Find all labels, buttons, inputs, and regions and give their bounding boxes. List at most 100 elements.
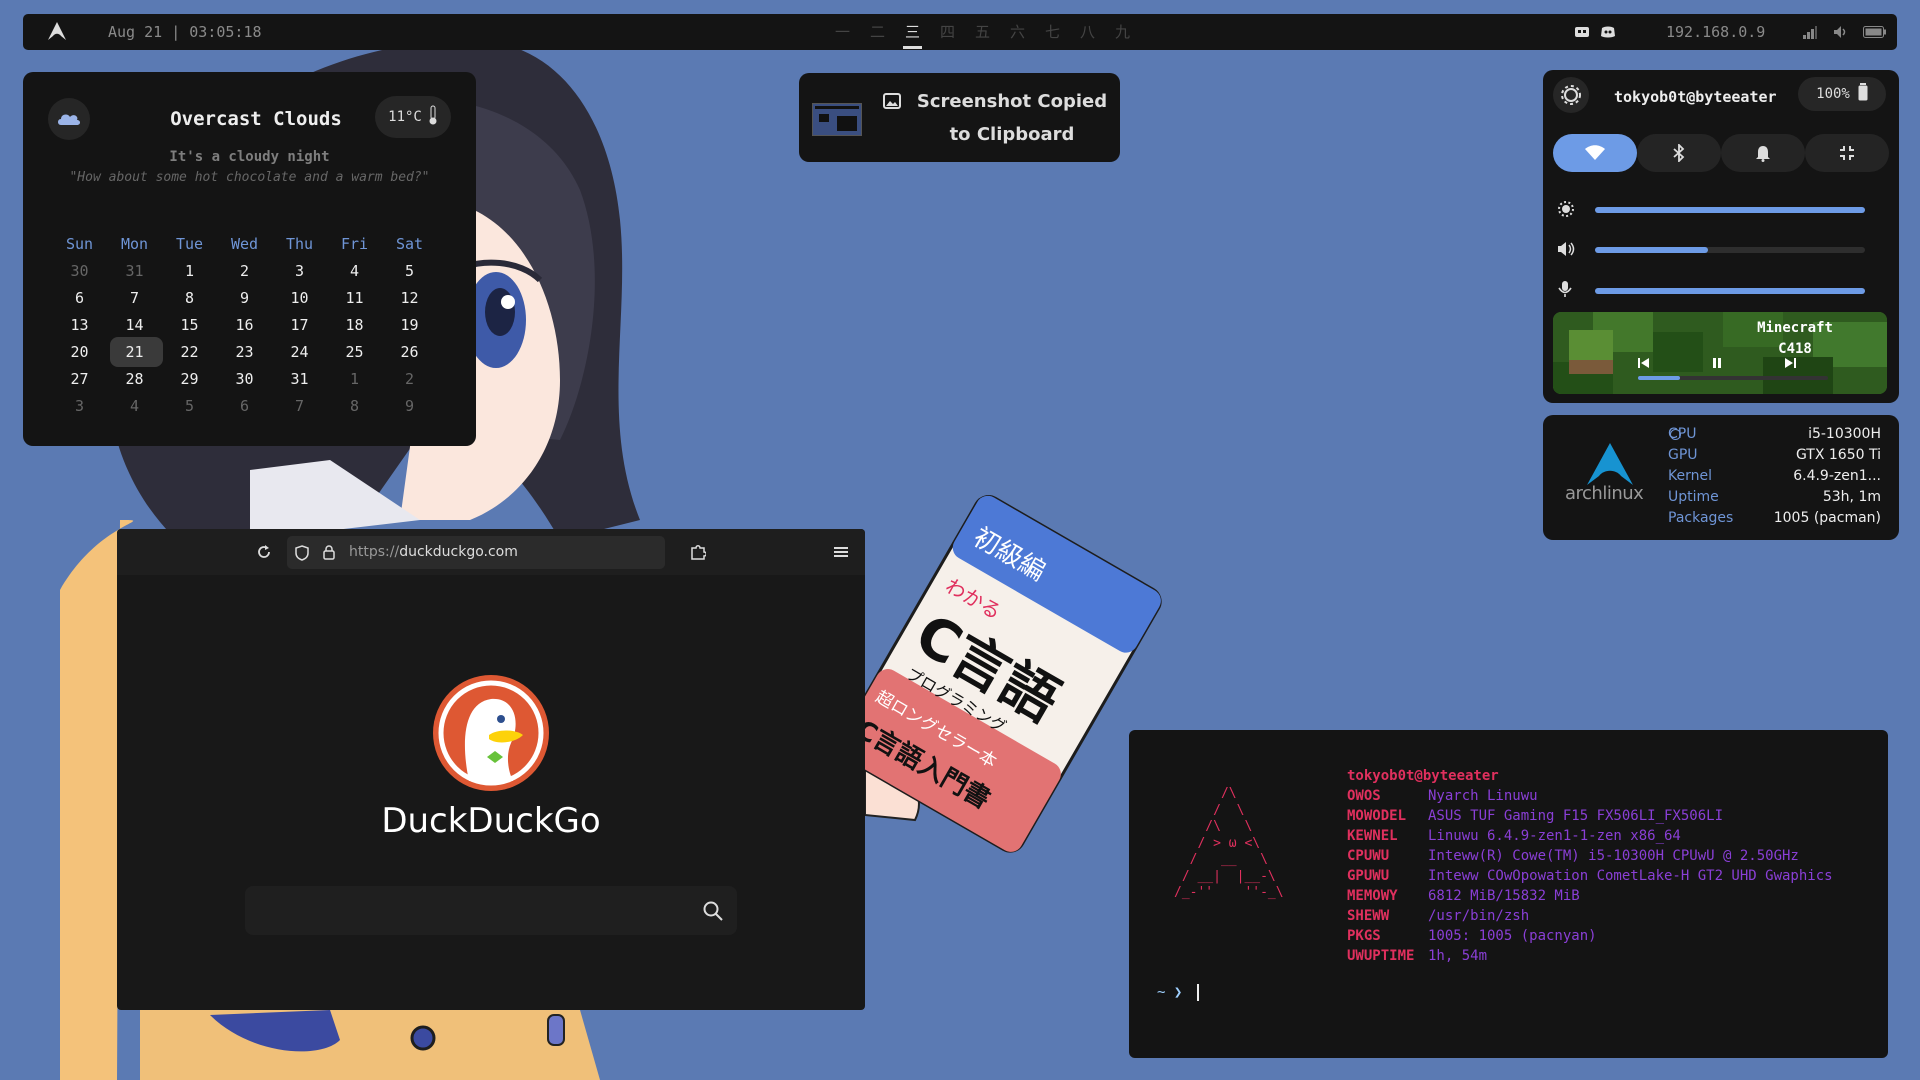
url-bar[interactable]: https://duckduckgo.com <box>287 536 665 569</box>
terminal-info-row: CPUWU Inteww(R) Cowe(TM) i5-10300H CPUwU … <box>1347 846 1833 866</box>
discord-icon[interactable] <box>1600 24 1616 43</box>
browser-toolbar: https://duckduckgo.com <box>117 529 865 575</box>
calendar-day[interactable]: 23 <box>217 343 272 361</box>
terminal-prompt[interactable]: ~ ❯ <box>1157 984 1199 1001</box>
calendar-day[interactable]: 31 <box>107 262 162 280</box>
calendar-day[interactable]: 1 <box>162 262 217 280</box>
previous-track-icon[interactable] <box>1638 354 1650 373</box>
calendar-day[interactable]: 5 <box>382 262 437 280</box>
calendar-day[interactable]: 24 <box>272 343 327 361</box>
calendar-day[interactable]: 1 <box>327 370 382 388</box>
workspace-2[interactable]: 二 <box>868 21 887 42</box>
calendar-day[interactable]: 12 <box>382 289 437 307</box>
workspace-1[interactable]: 一 <box>833 21 852 42</box>
tray-app-icon[interactable] <box>1574 24 1590 43</box>
calendar-day[interactable]: 8 <box>327 397 382 415</box>
lock-icon <box>323 545 335 564</box>
calendar-day[interactable]: 6 <box>217 397 272 415</box>
url-text: https://duckduckgo.com <box>349 544 518 560</box>
bluetooth-toggle[interactable] <box>1637 134 1721 172</box>
wifi-toggle[interactable] <box>1553 134 1637 172</box>
notifications-toggle[interactable] <box>1721 134 1805 172</box>
extensions-icon[interactable] <box>690 543 707 565</box>
next-track-icon[interactable] <box>1784 354 1796 373</box>
calendar-day[interactable]: 10 <box>272 289 327 307</box>
workspace-5[interactable]: 五 <box>973 21 992 42</box>
calendar-day[interactable]: 17 <box>272 316 327 334</box>
calendar-day[interactable]: 11 <box>327 289 382 307</box>
calendar-day[interactable]: 18 <box>327 316 382 334</box>
calendar-day[interactable]: 5 <box>162 397 217 415</box>
calendar-day[interactable]: 28 <box>107 370 162 388</box>
calendar-day[interactable]: 29 <box>162 370 217 388</box>
top-bar: Aug 21 | 03:05:18 一 二 三 四 五 六 七 八 九 192.… <box>23 14 1897 50</box>
bluetooth-icon <box>1673 144 1685 162</box>
minimize-icon <box>1840 146 1854 160</box>
calendar-day[interactable]: 16 <box>217 316 272 334</box>
arch-logo-icon[interactable] <box>47 21 67 45</box>
calendar-day[interactable]: 4 <box>327 262 382 280</box>
sysinfo-row-gpu: GPU GTX 1650 Ti <box>1668 447 1881 463</box>
calendar-day-name: Fri <box>340 234 369 253</box>
calendar-day[interactable]: 9 <box>382 397 437 415</box>
calendar-day[interactable]: 26 <box>382 343 437 361</box>
microphone-slider[interactable] <box>1595 288 1865 294</box>
calendar-day[interactable]: 3 <box>52 397 107 415</box>
signal-icon[interactable] <box>1803 24 1817 43</box>
calendar-day[interactable]: 25 <box>327 343 382 361</box>
calendar-day[interactable]: 2 <box>217 262 272 280</box>
calendar-day[interactable]: 9 <box>217 289 272 307</box>
terminal-info-row: SHEWW/usr/bin/zsh <box>1347 906 1833 926</box>
calendar-day[interactable]: 30 <box>217 370 272 388</box>
terminal-window[interactable]: /\ / \ /\ \ / > ω <\ / __ \ / __| |__-\ … <box>1129 730 1888 1058</box>
calendar-day[interactable]: 4 <box>107 397 162 415</box>
calendar-day[interactable]: 21 <box>107 336 163 367</box>
calendar-day[interactable]: 19 <box>382 316 437 334</box>
calendar-day-name: Tue <box>175 234 204 253</box>
screenshot-notification[interactable]: Screenshot Copied to Clipboard <box>799 73 1120 162</box>
calendar-day[interactable]: 15 <box>162 316 217 334</box>
pause-icon[interactable] <box>1711 354 1723 373</box>
workspace-8[interactable]: 八 <box>1078 21 1097 42</box>
battery-icon[interactable] <box>1863 24 1887 43</box>
calendar-day[interactable]: 31 <box>272 370 327 388</box>
calendar-day[interactable]: 7 <box>107 289 162 307</box>
weather-subtitle: It's a cloudy night <box>169 149 330 165</box>
calendar-day[interactable]: 20 <box>52 343 107 361</box>
search-input[interactable] <box>245 886 737 935</box>
calendar-day[interactable]: 2 <box>382 370 437 388</box>
calendar-day[interactable]: 13 <box>52 316 107 334</box>
workspace-4[interactable]: 四 <box>938 21 957 42</box>
calendar-day[interactable]: 22 <box>162 343 217 361</box>
calendar-day[interactable]: 30 <box>52 262 107 280</box>
volume-slider[interactable] <box>1595 247 1865 253</box>
calendar-week: 3456789 <box>52 392 437 419</box>
reload-icon[interactable] <box>256 544 272 564</box>
terminal-info-value: /usr/bin/zsh <box>1428 908 1530 924</box>
shield-icon[interactable] <box>295 545 309 565</box>
search-icon[interactable] <box>703 901 723 925</box>
sysinfo-value: 6.4.9-zen1... <box>1793 468 1881 484</box>
calendar-day[interactable]: 27 <box>52 370 107 388</box>
fullscreen-toggle[interactable] <box>1805 134 1889 172</box>
calendar-day[interactable]: 3 <box>272 262 327 280</box>
settings-button[interactable] <box>1553 77 1589 113</box>
volume-slider-fill <box>1595 247 1709 253</box>
workspace-6[interactable]: 六 <box>1008 21 1027 42</box>
calendar-day-name: Sun <box>65 234 94 253</box>
text-cursor <box>1196 984 1199 1001</box>
calendar-day[interactable]: 6 <box>52 289 107 307</box>
menu-icon[interactable] <box>834 544 848 563</box>
brightness-slider[interactable] <box>1595 207 1865 213</box>
media-progress-bar[interactable] <box>1638 376 1828 380</box>
workspace-3[interactable]: 三 <box>903 21 922 49</box>
calendar-day[interactable]: 14 <box>107 316 162 334</box>
workspace-switcher: 一 二 三 四 五 六 七 八 九 <box>833 21 1132 49</box>
workspace-7[interactable]: 七 <box>1043 21 1062 42</box>
workspace-9[interactable]: 九 <box>1113 21 1132 42</box>
calendar-day[interactable]: 7 <box>272 397 327 415</box>
calendar-day[interactable]: 8 <box>162 289 217 307</box>
volume-icon[interactable] <box>1833 24 1847 43</box>
url-prefix: https:// <box>349 544 400 560</box>
terminal-info-row: KEWNEL Linuwu 6.4.9-zen1-1-zen x86_64 <box>1347 826 1833 846</box>
